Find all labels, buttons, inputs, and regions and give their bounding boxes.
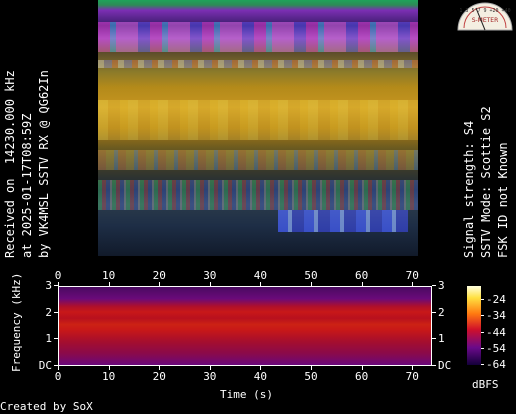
spectrogram-plot: [58, 286, 432, 366]
x-tick-label-top: 40: [253, 269, 268, 282]
x-tick-label-top: 50: [304, 269, 318, 282]
y-tick-mark-left: [54, 285, 58, 286]
x-tick-mark-top: [361, 282, 363, 286]
x-tick-mark-top: [209, 282, 211, 286]
s-meter-label: S-METER: [472, 17, 499, 24]
created-by-footer: Created by SoX: [0, 400, 93, 413]
x-tick-label-bottom: 0: [54, 370, 62, 383]
colorbar-tick-label: -24: [486, 293, 506, 306]
x-tick-label-top: 10: [102, 269, 116, 282]
colorbar-tick-mark: [481, 299, 484, 300]
x-tick-label-bottom: 70: [405, 370, 419, 383]
x-tick-label-top: 0: [54, 269, 62, 282]
y-tick-label-right: 2: [438, 305, 445, 319]
colorbar-tick-mark: [481, 315, 484, 317]
y-tick-mark-right: [432, 311, 436, 313]
y-tick-label-left: 2: [45, 305, 53, 319]
y-tick-mark-left: [54, 338, 58, 340]
x-tick-mark-top: [412, 282, 414, 286]
y-tick-label-left: DC: [38, 359, 53, 372]
y-tick-mark-left: [54, 365, 58, 366]
colorbar-unit-label: dBFS: [472, 378, 499, 391]
signal-strength-caption: Signal strength: S4: [462, 120, 476, 258]
y-tick-mark-right: [432, 338, 436, 340]
x-tick-label-bottom: 60: [355, 370, 369, 383]
received-time-caption: at 2025-01-17T08:59Z: [20, 113, 34, 259]
x-tick-label-top: 70: [405, 269, 419, 282]
x-tick-label-bottom: 50: [304, 370, 318, 383]
y-tick-mark-right: [432, 285, 436, 286]
colorbar-tick-mark: [481, 364, 484, 365]
x-tick-label-top: 20: [152, 269, 166, 282]
x-tick-label-top: 60: [355, 269, 369, 282]
colorbar-tick-mark: [481, 331, 484, 333]
x-tick-mark-top: [108, 282, 110, 286]
x-tick-label-bottom: 30: [203, 370, 217, 383]
y-tick-label-right: 3: [438, 279, 445, 292]
s-meter-scale: 1 3 5 7 9 +20 +40: [459, 8, 510, 14]
y-tick-label-right: DC: [438, 359, 452, 372]
y-tick-mark-right: [432, 365, 436, 366]
y-tick-label-right: 1: [438, 332, 445, 346]
colorbar-tick-label: -64: [486, 358, 506, 371]
x-tick-mark-top: [311, 282, 312, 286]
received-frequency-caption: Received on 14230.000 kHz: [3, 70, 17, 258]
sstv-mode-caption: SSTV Mode: Scottie S2: [479, 106, 493, 258]
x-tick-label-top: 30: [203, 269, 217, 282]
fsk-id-caption: FSK ID not Known: [496, 142, 510, 258]
y-tick-label-left: 1: [45, 332, 53, 346]
x-tick-mark-top: [159, 282, 161, 286]
y-tick-label-left: 3: [45, 279, 53, 292]
colorbar-tick-label: -44: [486, 325, 506, 339]
time-axis-label: Time (s): [220, 388, 273, 401]
decoded-sstv-image: [98, 0, 418, 256]
x-tick-label-bottom: 20: [152, 370, 166, 383]
x-tick-mark-top: [260, 282, 262, 286]
receiver-station-caption: by VK4MSL SSTV RX @ QG62In: [37, 70, 51, 258]
y-tick-mark-left: [54, 311, 58, 313]
colorbar-tick-label: -34: [486, 309, 506, 323]
x-tick-label-bottom: 40: [253, 370, 268, 383]
colorbar-tick-mark: [481, 347, 484, 349]
dbfs-colorbar: [467, 286, 481, 365]
colorbar-tick-label: -54: [486, 341, 506, 355]
x-tick-mark-top: [58, 282, 59, 286]
x-tick-label-bottom: 10: [102, 370, 116, 383]
frequency-axis-label: Frequency (kHz): [10, 272, 23, 372]
s-meter-icon: 1 3 5 7 9 +20 +40 S-METER: [457, 2, 513, 31]
